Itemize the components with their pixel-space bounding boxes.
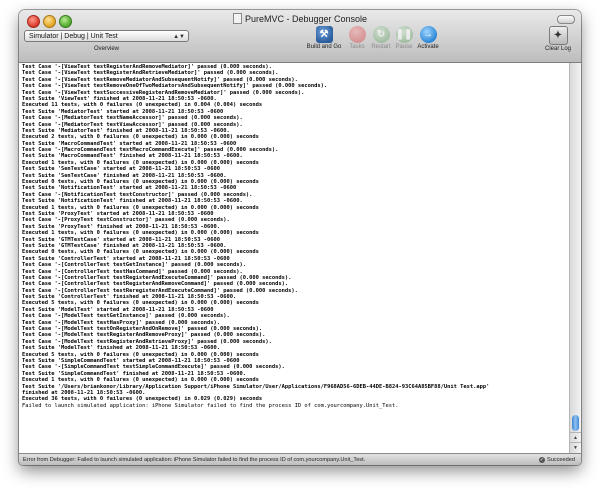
overview-popup[interactable]: Simulator | Debug | Unit Test ▲▼ <box>24 30 189 42</box>
hammer-icon: ⚒ <box>315 26 333 43</box>
tasks-button[interactable]: Tasks <box>345 26 369 50</box>
build-and-go-button[interactable]: ⚒ Build and Go <box>306 26 342 50</box>
console-line: Failed to launch simulated application: … <box>22 402 399 409</box>
clear-log-button[interactable]: ✦ Clear Log <box>542 26 574 52</box>
document-icon <box>232 13 242 24</box>
pause-icon: ❚❚ <box>395 26 413 43</box>
activate-label: Activate <box>417 44 439 50</box>
status-bar: Error from Debugger: Failed to launch si… <box>19 453 581 465</box>
restart-icon: ↻ <box>372 26 390 43</box>
overview-selected-value: Simulator | Debug | Unit Test <box>29 33 118 40</box>
restart-button[interactable]: ↻ Restart <box>368 26 394 50</box>
window-title-area: PureMVC - Debugger Console <box>19 13 581 24</box>
debugger-console-window: PureMVC - Debugger Console Simulator | D… <box>19 10 581 465</box>
toolbar-toggle-button[interactable] <box>557 15 575 24</box>
activate-icon: → <box>419 26 437 43</box>
console-line: Test Suite '/Users/briankonor/Library/Ap… <box>22 383 490 390</box>
window-titlebar: PureMVC - Debugger Console Simulator | D… <box>19 10 581 63</box>
stop-icon <box>348 26 366 43</box>
console-scrollbar[interactable]: ▲ ▼ <box>569 63 581 453</box>
scroll-down-arrow[interactable]: ▼ <box>570 442 581 453</box>
clear-log-label: Clear Log <box>544 46 571 52</box>
build-result-label: Succeeded <box>547 457 575 463</box>
restart-label: Restart <box>371 44 391 50</box>
console-output[interactable]: Test Case '-[ViewTest testRegisterAndRem… <box>19 63 569 453</box>
overview-label: Overview <box>93 46 119 52</box>
window-title: PureMVC - Debugger Console <box>244 14 368 24</box>
build-result: ✓ Succeeded <box>539 454 575 465</box>
scroll-thumb[interactable] <box>572 415 579 431</box>
chevron-updown-icon: ▲▼ <box>173 34 185 40</box>
status-message: Error from Debugger: Failed to launch si… <box>23 457 366 463</box>
activate-button[interactable]: → Activate <box>413 26 443 50</box>
checkmark-icon: ✓ <box>539 457 545 463</box>
tasks-label: Tasks <box>349 44 365 50</box>
broom-icon: ✦ <box>548 26 568 45</box>
build-and-go-label: Build and Go <box>306 44 342 50</box>
